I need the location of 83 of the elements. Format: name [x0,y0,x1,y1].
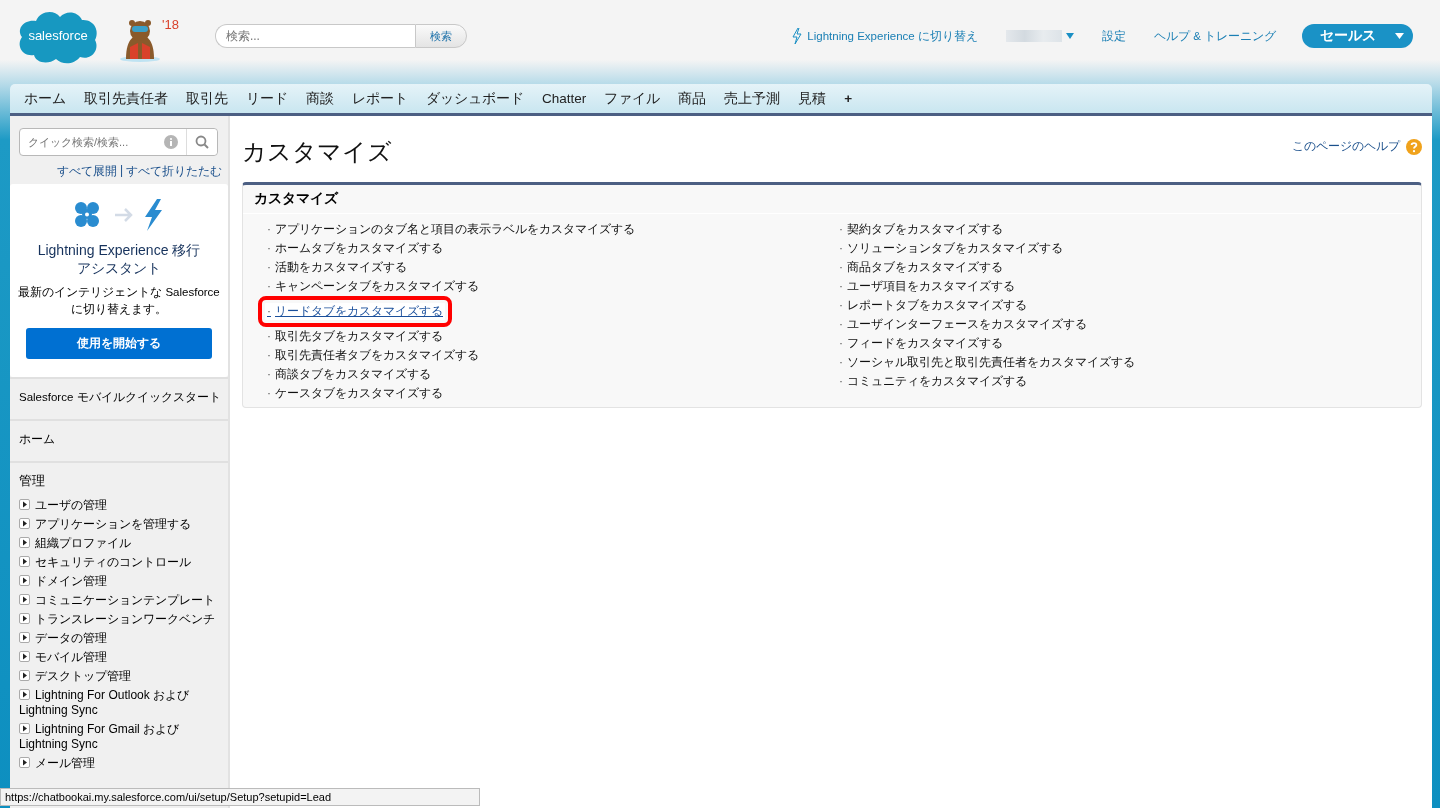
customize-link[interactable]: · コミュニティをカスタマイズする [837,373,1029,390]
nav-tab[interactable]: 商談 [306,89,343,108]
customize-link[interactable]: · ユーザインターフェースをカスタマイズする [837,316,1089,333]
customize-link[interactable]: · 取引先タブをカスタマイズする [265,328,445,345]
expand-toggle-icon[interactable] [19,575,30,586]
tree-item[interactable]: アプリケーションを管理する [19,517,219,532]
status-bar-url: https://chatbookai.my.salesforce.com/ui/setup/Setup?setupid=Lead [0,788,480,806]
customize-link[interactable]: · ユーザ項目をカスタマイズする [837,278,1017,295]
customize-link[interactable]: · ソーシャル取引先と取引先責任者をカスタマイズする [837,354,1137,371]
section-title: カスタマイズ [243,185,1421,214]
expand-toggle-icon[interactable] [19,499,30,510]
caret-icon [1065,33,1074,39]
customize-link[interactable]: · ホームタブをカスタマイズする [265,240,445,257]
customize-link[interactable]: · フィードをカスタマイズする [837,335,1005,352]
nav-tab[interactable]: Chatter [542,91,596,106]
tree-item[interactable]: ユーザの管理 [19,498,219,513]
lightning-icon [792,28,803,44]
customize-link[interactable]: · キャンペーンタブをカスタマイズする [265,278,481,295]
tree-item[interactable]: デスクトップ管理 [19,669,219,684]
expand-toggle-icon[interactable] [19,757,30,768]
expand-toggle-icon[interactable] [19,723,30,734]
expand-toggle-icon[interactable] [19,537,30,548]
nav-tab[interactable]: 売上予測 [724,89,790,108]
expand-all-link[interactable]: すべて展開 [56,163,117,180]
expand-toggle-icon[interactable] [19,556,30,567]
customize-link[interactable]: · 活動をカスタマイズする [265,259,409,276]
promo-text: 最新のインテリジェントな Salesforce に切り替えます。 [17,285,221,317]
nav-tab[interactable]: + [844,91,862,106]
expand-toggle-icon[interactable] [19,518,30,529]
separator: | [119,163,123,179]
search-icon[interactable] [195,135,209,149]
tree-item[interactable]: ドメイン管理 [19,574,219,589]
tree-item[interactable]: セキュリティのコントロール [19,555,219,570]
customize-link[interactable]: · アプリケーションのタブ名と項目の表示ラベルをカスタマイズする [265,221,637,238]
help-icon [1406,138,1422,155]
help-link[interactable]: このページのヘルプ [1292,138,1422,155]
expand-toggle-icon[interactable] [19,632,30,643]
search-button[interactable]: 検索 [414,24,467,48]
customize-link[interactable]: · 取引先責任者タブをカスタマイズする [265,347,481,364]
header-link[interactable]: 設定 [1101,28,1126,44]
info-icon [164,135,178,149]
admin-heading: 管理 [19,473,46,490]
app-menu-button[interactable]: セールス [1302,24,1413,48]
nav-tab[interactable]: 取引先 [186,89,237,108]
customize-link[interactable]: · レポートタブをカスタマイズする [837,297,1029,314]
user-menu[interactable] [1005,30,1074,42]
nav-tab[interactable]: レポート [352,89,417,108]
search-field[interactable]: 検索... [214,24,415,48]
expand-toggle-icon[interactable] [19,613,30,624]
customize-link[interactable]: · ソリューションタブをカスタマイズする [837,240,1065,257]
nav-tab[interactable]: 取引先責任者 [84,89,177,108]
sidebar-section[interactable]: ホーム [10,419,228,461]
expand-toggle-icon[interactable] [19,670,30,681]
customize-link[interactable]: · 契約タブをカスタマイズする [837,221,1005,238]
sidebar-section[interactable]: Salesforce モバイルクイックスタート [10,377,228,419]
collapse-all-link[interactable]: すべて折りたたむ [126,163,222,180]
customize-link[interactable]: · 商品タブをカスタマイズする [837,259,1005,276]
page-title: カスタマイズ [242,137,392,167]
expand-toggle-icon[interactable] [19,651,30,662]
tree-item[interactable]: データの管理 [19,631,219,646]
expand-toggle-icon[interactable] [19,594,30,605]
nav-tab[interactable]: リード [246,89,297,108]
tree-item[interactable]: メール管理 [19,756,219,771]
customize-link[interactable]: · 商談タブをカスタマイズする [265,366,433,383]
switch-link[interactable]: Lightning Experience に切り替え [792,28,978,44]
tree-item[interactable]: モバイル管理 [19,650,219,665]
tree-item[interactable]: 組織プロファイル [19,536,219,551]
year-label: '18 [162,17,179,32]
nav-tab[interactable]: ファイル [604,89,670,108]
nav-tab[interactable]: 商品 [678,89,716,108]
promo-title: Lightning Experience 移行アシスタント [36,242,202,278]
nav-tab[interactable]: ダッシュボード [426,89,533,108]
customize-link[interactable]: · ケースタブをカスタマイズする [265,385,445,402]
header-link[interactable]: ヘルプ & トレーニング [1153,28,1276,44]
nav-tab[interactable]: 見積 [798,89,836,108]
tree-item[interactable]: トランスレーションワークベンチ [19,612,219,627]
caret-icon [1395,33,1404,39]
start-button[interactable]: 使用を開始する [26,328,212,359]
tree-item[interactable]: コミュニケーションテンプレート [19,593,219,608]
expand-toggle-icon[interactable] [19,689,30,700]
tree-item[interactable]: Lightning For Gmail および Lightning Sync [19,722,219,752]
tree-item[interactable]: Lightning For Outlook および Lightning Sync [19,688,219,718]
nav-tab[interactable]: ホーム [24,89,75,108]
